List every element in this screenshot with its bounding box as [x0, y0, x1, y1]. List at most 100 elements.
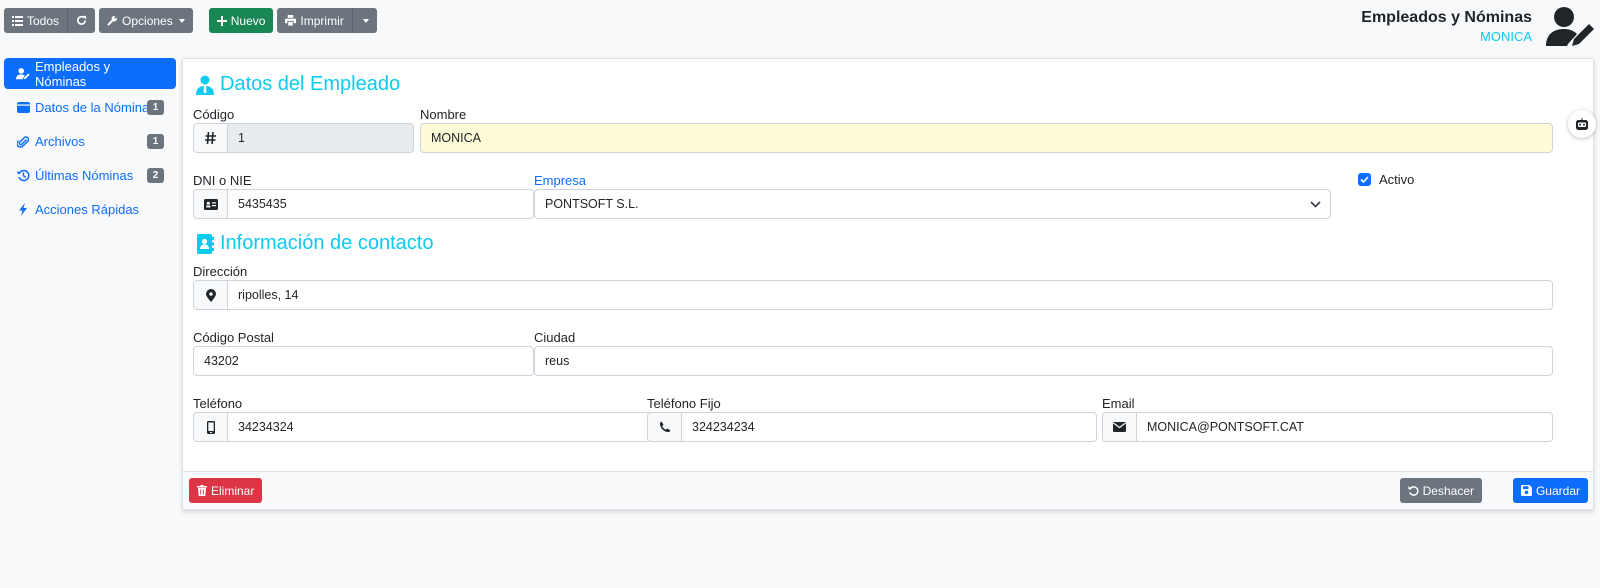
telefono-value: 34234324: [238, 420, 294, 434]
direccion-value: ripolles, 14: [238, 288, 299, 302]
imprimir-dropdown-toggle[interactable]: [351, 8, 377, 33]
chevron-down-icon: [1300, 200, 1330, 208]
nombre-label: Nombre: [420, 107, 467, 122]
refresh-icon: [77, 15, 87, 25]
todos-button-group: Todos: [4, 8, 96, 33]
todos-button[interactable]: Todos: [4, 8, 68, 33]
sidebar-item-datos-nomina[interactable]: Datos de la Nómina 1: [4, 92, 176, 123]
sidebar-item-ultimas-nominas[interactable]: Últimas Nóminas 2: [4, 160, 176, 191]
dni-input[interactable]: 5435435: [193, 189, 534, 219]
page-title: Empleados y Nóminas: [1361, 9, 1532, 26]
sidebar-item-empleados[interactable]: Empleados y Nóminas: [4, 58, 176, 89]
opciones-label: Opciones: [122, 13, 173, 28]
email-value: MONICA@PONTSOFT.CAT: [1147, 420, 1304, 434]
email-input[interactable]: MONICA@PONTSOFT.CAT: [1102, 412, 1553, 442]
guardar-label: Guardar: [1535, 483, 1580, 498]
sidebar-item-archivos[interactable]: Archivos 1: [4, 126, 176, 157]
opciones-button[interactable]: Opciones: [99, 8, 193, 33]
cp-label: Código Postal: [193, 330, 274, 345]
history-icon: [16, 169, 30, 183]
save-icon: [1520, 485, 1532, 496]
current-user: MONICA: [1480, 29, 1532, 44]
wallet-icon: [16, 101, 30, 115]
trash-icon: [197, 485, 207, 496]
eliminar-button[interactable]: Eliminar: [189, 478, 263, 503]
plus-icon: [216, 15, 227, 26]
codigo-field[interactable]: 1: [193, 123, 414, 153]
map-marker-icon: [194, 281, 228, 309]
deshacer-label: Deshacer: [1422, 483, 1474, 498]
codigo-label: Código: [193, 107, 235, 122]
mobile-icon: [194, 413, 228, 441]
sidebar-item-label: Acciones Rápidas: [35, 202, 140, 217]
user-edit-icon: [1546, 7, 1594, 46]
direccion-label: Dirección: [193, 264, 248, 279]
direccion-input[interactable]: ripolles, 14: [193, 280, 1553, 310]
count-badge: 1: [147, 100, 164, 115]
sidebar-item-acciones-rapidas[interactable]: Acciones Rápidas: [4, 194, 176, 225]
telefono-fijo-value: 324234234: [692, 420, 755, 434]
empresa-value: PONTSOFT S.L.: [545, 197, 639, 211]
assistant-button[interactable]: [1568, 110, 1596, 138]
sidebar-item-label: Datos de la Nómina: [35, 100, 150, 115]
ciudad-input[interactable]: reus: [534, 346, 1553, 376]
paperclip-icon: [16, 135, 30, 149]
chevron-down-icon: [362, 18, 369, 23]
employee-section-label: Datos del Empleado: [220, 73, 401, 95]
sidebar-item-label: Últimas Nóminas: [35, 168, 134, 183]
address-book-icon: [197, 233, 214, 254]
phone-icon: [648, 413, 682, 441]
card-footer: Eliminar Deshacer Guardar: [183, 471, 1593, 509]
bolt-icon: [16, 203, 30, 217]
top-toolbar: Todos Opciones Nuevo Imprimir: [4, 8, 377, 33]
ciudad-value: reus: [545, 354, 570, 368]
codigo-value: 1: [228, 124, 413, 152]
employee-form-card: Datos del Empleado Código 1 Nombre MONIC…: [182, 58, 1594, 510]
imprimir-label: Imprimir: [300, 13, 344, 28]
guardar-button[interactable]: Guardar: [1512, 478, 1588, 503]
empresa-select[interactable]: PONTSOFT S.L.: [534, 189, 1331, 219]
wrench-icon: [107, 15, 118, 26]
nuevo-label: Nuevo: [230, 13, 266, 28]
printer-icon: [285, 15, 297, 26]
cp-value: 43202: [204, 354, 239, 368]
count-badge: 2: [147, 168, 164, 183]
nuevo-button[interactable]: Nuevo: [208, 8, 274, 33]
user-edit-icon: [16, 67, 30, 81]
email-label: Email: [1102, 396, 1135, 411]
nombre-input[interactable]: MONICA: [420, 123, 1553, 153]
telefono-fijo-label: Teléfono Fijo: [647, 396, 721, 411]
empresa-label: Empresa: [534, 173, 587, 188]
todos-label: Todos: [27, 13, 60, 28]
check-icon: [1360, 176, 1369, 183]
activo-label: Activo: [1379, 172, 1415, 187]
contact-section-title: Información de contacto: [196, 232, 433, 255]
user-tie-icon: [196, 75, 214, 95]
contact-section-label: Información de contacto: [220, 232, 434, 254]
hashtag-icon: [194, 124, 228, 152]
deshacer-button[interactable]: Deshacer: [1399, 478, 1482, 503]
chevron-down-icon: [178, 18, 185, 23]
activo-checkbox-group: Activo: [1358, 172, 1414, 187]
refresh-button[interactable]: [67, 8, 96, 33]
id-card-icon: [194, 190, 228, 218]
activo-checkbox[interactable]: [1358, 173, 1371, 186]
list-icon: [12, 15, 23, 26]
sidebar: Empleados y Nóminas Datos de la Nómina 1…: [4, 58, 176, 228]
nombre-value: MONICA: [431, 131, 481, 145]
sidebar-item-label: Archivos: [35, 134, 85, 149]
telefono-fijo-input[interactable]: 324234234: [647, 412, 1097, 442]
robot-icon: [1576, 117, 1588, 130]
sidebar-item-label: Empleados y Nóminas: [35, 58, 111, 89]
imprimir-button[interactable]: Imprimir: [277, 8, 352, 33]
telefono-input[interactable]: 34234324: [193, 412, 651, 442]
page-header: Empleados y Nóminas MONICA: [1361, 8, 1532, 46]
undo-icon: [1408, 485, 1419, 496]
dni-value: 5435435: [238, 197, 287, 211]
eliminar-label: Eliminar: [211, 483, 255, 498]
imprimir-button-group: Imprimir: [277, 8, 377, 33]
cp-input[interactable]: 43202: [193, 346, 534, 376]
employee-section-title: Datos del Empleado: [196, 73, 400, 96]
envelope-icon: [1103, 413, 1137, 441]
telefono-label: Teléfono: [193, 396, 243, 411]
